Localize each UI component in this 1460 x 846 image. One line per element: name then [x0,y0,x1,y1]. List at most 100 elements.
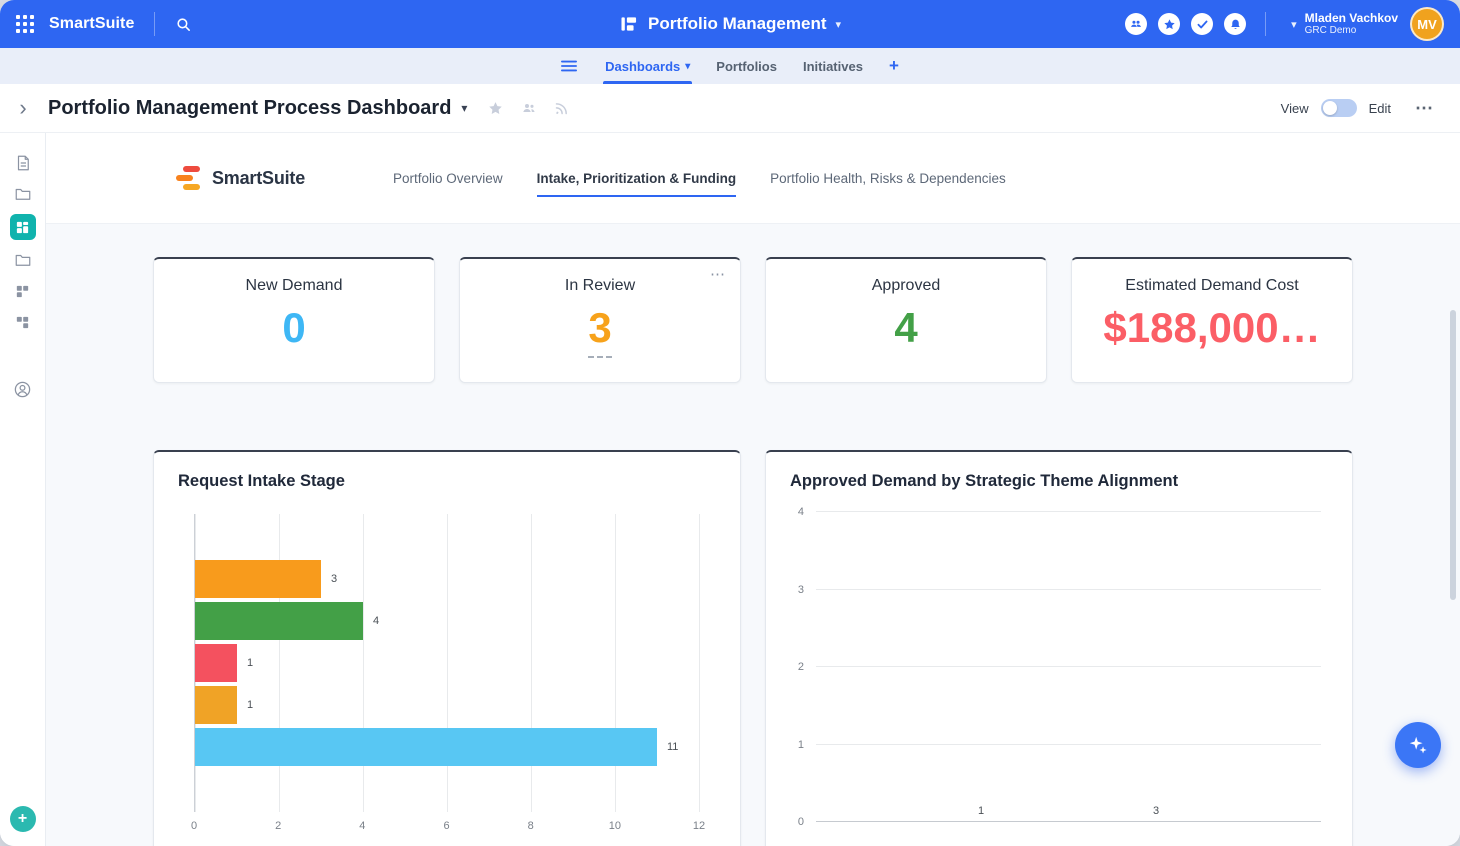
kpi-label: Approved [871,277,941,294]
user-menu[interactable]: ▾ Mladen Vachkov GRC Demo MV [1291,7,1444,41]
user-name: Mladen Vachkov [1304,10,1398,25]
x-tick-label: 0 [190,820,198,832]
user-texts: Mladen Vachkov GRC Demo [1305,11,1398,37]
y-tick-label: 1 [797,738,804,751]
app-window: SmartSuite Portfolio Management ▾ ▾ Mlad… [0,0,1460,846]
tasks-check-icon[interactable] [1191,13,1214,35]
solution-caret-icon[interactable]: ▾ [835,18,841,31]
brand-name[interactable]: SmartSuite [49,15,134,33]
solution-app-icon[interactable] [12,311,34,333]
bar-segment[interactable] [195,602,363,640]
nav-item-initiatives[interactable]: Initiatives [803,48,863,84]
kpi-card-estimated-demand-cost[interactable]: ⋯ Estimated Demand Cost $188,000… [1071,257,1353,383]
tab-portfolio-health-risks-dependencies[interactable]: Portfolio Health, Risks & Dependencies [770,171,1006,197]
bar-row: 1 [195,644,699,682]
gridline [816,743,1321,745]
whats-new-star-icon[interactable] [1158,13,1181,35]
search-icon[interactable] [175,16,192,33]
page-title: Portfolio Management Process Dashboard [48,96,452,119]
expand-sidebar-icon[interactable]: › [19,97,26,119]
chart-plot-area: 0 1 2 3 4 1 3 [798,506,1321,828]
caret-down-icon: ▾ [685,60,691,72]
bar-segment[interactable] [195,686,237,724]
workspace-name: GRC Demo [1304,25,1357,37]
favorite-star-icon[interactable] [487,100,504,117]
chart-title: Request Intake Stage [178,472,345,490]
folder-icon[interactable] [12,249,34,271]
tab-portfolio-overview[interactable]: Portfolio Overview [393,171,503,197]
bar-row: 1 [195,686,699,724]
folder-icon[interactable] [12,183,34,205]
chart-x-axis: 0 2 4 6 8 10 12 [190,820,705,836]
document-page-icon[interactable] [12,152,34,174]
bar-row: 11 [195,728,699,766]
notifications-bell-icon[interactable] [1224,13,1247,35]
y-tick-label: 2 [797,661,804,673]
view-mode-controls: View Edit ⋯ [1281,98,1460,119]
kpi-label: New Demand [245,277,343,294]
solution-app-icon[interactable] [12,280,34,302]
kpi-card-in-review[interactable]: ⋯ In Review 3 [459,257,741,383]
gridline [816,511,1321,512]
kpi-value[interactable]: 4 [894,305,917,351]
gridline [699,514,700,812]
x-tick-label: 6 [443,820,450,832]
solution-header: Portfolio Management ▾ [619,0,841,48]
members-circle-icon[interactable] [12,378,34,400]
dashboard-tabs: Portfolio Overview Intake, Prioritizatio… [393,171,1006,197]
members-icon[interactable] [520,100,538,116]
bar-value-label: 3 [331,573,338,585]
dashboard-page-icon-active[interactable] [9,214,36,240]
view-label[interactable]: View [1281,101,1309,116]
gridline [816,588,1321,590]
vertical-bar-chart: 0 1 2 3 4 1 3 [798,506,1321,828]
rss-icon[interactable] [554,101,569,116]
bar-value-label: 1 [247,657,254,669]
bar-value-label: 1 [247,699,254,711]
kpi-label: Estimated Demand Cost [1125,277,1299,294]
chart-title: Approved Demand by Strategic Theme Align… [790,472,1179,490]
kpi-value[interactable]: $188,000… [1103,305,1320,351]
bar-value-label: 1 [977,805,985,817]
ai-assistant-button[interactable] [1395,722,1441,768]
chart-approved-demand-by-theme: Approved Demand by Strategic Theme Align… [765,450,1353,846]
x-tick-label: 8 [527,820,534,832]
add-page-button[interactable]: + [889,56,899,76]
card-menu-icon[interactable]: ⋯ [710,265,726,283]
x-tick-label: 12 [692,820,706,832]
bar-row: 4 [195,602,699,640]
gridline [816,821,1321,822]
apps-grid-icon[interactable] [16,15,34,33]
bar-row: 3 [195,560,699,598]
vertical-scrollbar[interactable] [1450,310,1456,600]
edit-label[interactable]: Edit [1369,101,1391,116]
x-tick-label: 2 [275,820,282,832]
kpi-card-approved[interactable]: ⋯ Approved 4 [765,257,1047,383]
nav-item-dashboards[interactable]: Dashboards ▾ [603,48,693,84]
more-options-icon[interactable]: ⋯ [1415,98,1434,119]
dashboard-brand: SmartSuite [212,167,306,188]
bar-segment[interactable] [195,560,321,598]
kpi-value[interactable]: 0 [282,305,305,351]
kpi-value[interactable]: 3 [588,305,612,359]
bar-segment[interactable] [195,728,657,766]
title-caret-icon[interactable]: ▾ [461,101,467,115]
nav-label: Portfolios [716,58,777,74]
kpi-card-new-demand[interactable]: ⋯ New Demand 0 [153,257,435,383]
nav-label: Dashboards [605,58,681,74]
view-edit-toggle[interactable] [1320,99,1357,117]
menu-icon[interactable] [561,59,578,73]
top-bar: SmartSuite Portfolio Management ▾ ▾ Mlad… [0,0,1460,48]
add-solution-button[interactable]: + [9,806,36,832]
dashboard-content: ⋯ New Demand 0 ⋯ In Review 3 ⋯ Approved [46,224,1460,846]
toggle-knob[interactable] [1322,101,1337,115]
y-tick-label: 4 [797,506,804,518]
divider [1265,12,1267,36]
community-icon[interactable] [1125,13,1148,35]
tab-intake-prioritization-funding[interactable]: Intake, Prioritization & Funding [536,171,737,197]
solution-nav: Dashboards ▾ Portfolios Initiatives + [0,48,1460,84]
nav-item-portfolios[interactable]: Portfolios [716,48,777,84]
bar-segment[interactable] [195,644,237,682]
y-tick-label: 3 [797,583,804,596]
avatar[interactable]: MV [1410,7,1444,41]
